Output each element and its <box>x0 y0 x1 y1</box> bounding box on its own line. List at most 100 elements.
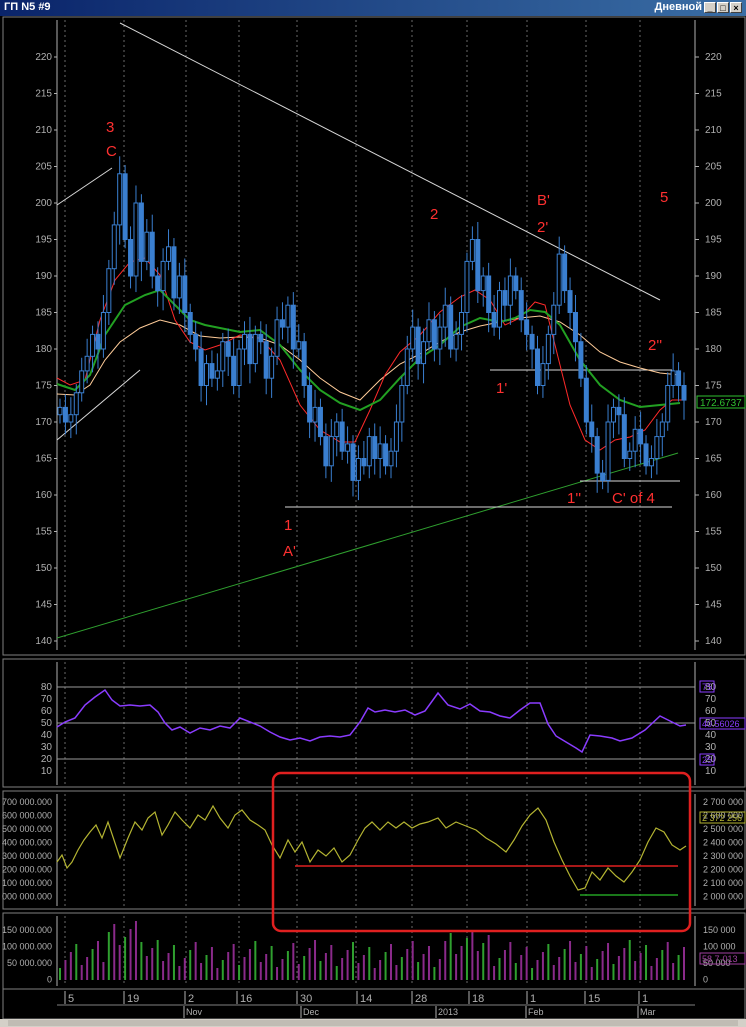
osc-tick-right: 2 300 000 <box>703 851 743 861</box>
candle-body <box>534 348 540 386</box>
price-tick-left: 215 <box>35 89 52 100</box>
candle-body <box>659 421 665 438</box>
rsi-tick: 50 <box>41 718 53 729</box>
candle-body <box>632 428 638 452</box>
candle-body <box>681 385 687 401</box>
price-tick-left: 165 <box>35 454 52 465</box>
candle-body <box>507 275 513 306</box>
rsi-tick-right: 10 <box>705 766 717 777</box>
main-panel-frame <box>2 16 746 656</box>
price-tick-right: 175 <box>705 381 722 392</box>
candle-body <box>209 363 215 379</box>
wave-label-1: 1 <box>284 517 292 534</box>
rsi-tick: 40 <box>41 730 53 741</box>
candle-body <box>350 443 356 481</box>
candle-body <box>676 370 682 386</box>
rsi-tick-right: 30 <box>705 742 717 753</box>
candle-body <box>399 385 405 423</box>
price-tick-left: 170 <box>35 417 52 428</box>
price-tick-right: 170 <box>705 417 722 428</box>
candle-body <box>68 414 74 423</box>
candle-body <box>605 421 611 481</box>
rsi-current-label: 40.56026 <box>702 719 740 729</box>
price-tick-right: 155 <box>705 527 722 538</box>
candle-body <box>502 290 508 306</box>
candle-body <box>648 458 654 467</box>
candle-body <box>182 275 188 313</box>
candle-body <box>323 436 329 467</box>
candle-body <box>670 370 676 386</box>
wave-label-5: 5 <box>660 189 668 206</box>
osc-panel-frame <box>2 790 746 910</box>
scrollbar-thumb[interactable] <box>8 1020 738 1026</box>
candle-body <box>79 370 85 394</box>
month-label: Dec <box>303 1007 320 1017</box>
rsi-tick: 60 <box>41 706 53 717</box>
wave-label-1-dbl: 1'' <box>567 490 581 507</box>
candle-body <box>117 173 123 226</box>
month-label: Mar <box>640 1007 656 1017</box>
price-tick-right: 210 <box>705 125 722 136</box>
day-label: 1 <box>530 993 536 1005</box>
osc-tick-right: 2 100 000 <box>703 878 743 888</box>
candle-body <box>529 333 535 350</box>
osc-tick-right: 2 700 000 <box>703 797 743 807</box>
candle-body <box>469 239 475 262</box>
candle-body <box>551 304 557 335</box>
candle-body <box>627 450 633 460</box>
month-label: Feb <box>528 1007 544 1017</box>
candle-body <box>328 436 334 467</box>
candle-body <box>355 458 361 481</box>
day-label: 28 <box>415 993 427 1005</box>
price-tick-left: 190 <box>35 271 52 282</box>
candle-body <box>361 458 367 467</box>
osc-tick-left: 2 700 000.000 <box>0 797 52 807</box>
wave-label-c-of-4: C' of 4 <box>612 490 655 507</box>
candle-body <box>464 260 470 313</box>
rsi-oversold-label: 25 <box>702 755 712 765</box>
candle-body <box>106 268 112 314</box>
candle-body <box>252 333 258 365</box>
candle-body <box>258 333 264 343</box>
osc-tick-left: 2 200 000.000 <box>0 865 52 875</box>
candle-body <box>654 436 660 460</box>
resistance-trendline <box>119 22 661 301</box>
price-tick-left: 140 <box>35 636 52 647</box>
candle-body <box>111 224 117 270</box>
price-tick-right: 145 <box>705 600 722 611</box>
rsi-tick: 10 <box>41 766 53 777</box>
price-tick-left: 220 <box>35 52 52 63</box>
candle-body <box>583 377 589 423</box>
price-tick-left: 145 <box>35 600 52 611</box>
candle-body <box>84 355 90 372</box>
candle-body <box>198 348 204 386</box>
price-tick-left: 160 <box>35 490 52 501</box>
price-tick-right: 150 <box>705 563 722 574</box>
price-tick-right: 185 <box>705 308 722 319</box>
candle-body <box>421 341 427 365</box>
wave-label-c: C <box>106 143 117 160</box>
candle-body <box>176 275 182 299</box>
month-label: 2013 <box>438 1007 458 1017</box>
candle-body <box>480 275 486 292</box>
candle-body <box>187 312 193 335</box>
candle-body <box>296 341 302 350</box>
wave-label-2: 2 <box>430 206 438 223</box>
candle-body <box>73 392 79 416</box>
candle-body <box>491 312 497 328</box>
candle-body <box>404 348 410 386</box>
month-label: Nov <box>186 1007 203 1017</box>
candle-body <box>556 253 562 306</box>
price-tick-right: 180 <box>705 344 722 355</box>
candle-body <box>339 421 345 452</box>
chart-canvas[interactable]: 220 220215 215210 210205 205200 200195 195190 1… <box>0 0 746 1027</box>
price-tick-right: 200 <box>705 198 722 209</box>
candle-body <box>100 312 106 350</box>
osc-tick-left: 2 300 000.000 <box>0 851 52 861</box>
price-tick-left: 150 <box>35 563 52 574</box>
price-tick-left: 180 <box>35 344 52 355</box>
osc-tick-left: 2 600 000.000 <box>0 811 52 821</box>
candle-body <box>138 202 144 262</box>
candle-body <box>545 333 551 365</box>
candle-body <box>290 304 296 350</box>
